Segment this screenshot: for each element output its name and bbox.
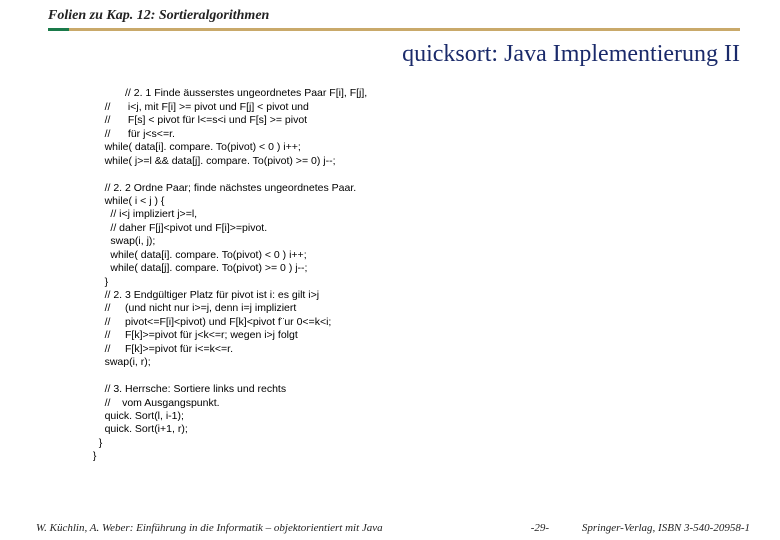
code-line: // 3. Herrsche: Sortiere links und recht… bbox=[90, 383, 286, 395]
code-line: while( i < j ) { bbox=[90, 195, 164, 207]
code-line: } bbox=[90, 276, 108, 288]
code-line: // F[s] < pivot für l<=s<i und F[s] >= p… bbox=[90, 114, 307, 126]
code-line: // pivot<=F[i]<pivot) und F[k]<pivot f¨u… bbox=[90, 316, 331, 328]
code-line: swap(i, r); bbox=[90, 356, 151, 368]
code-line: // (und nicht nur i>=j, denn i=j implizi… bbox=[90, 302, 296, 314]
code-line: // 2. 1 Finde äusserstes ungeordnetes Pa… bbox=[90, 87, 367, 99]
code-line: // für j<s<=r. bbox=[90, 128, 175, 140]
code-line: // 2. 3 Endgültiger Platz für pivot ist … bbox=[90, 289, 319, 301]
code-line: } bbox=[90, 450, 96, 462]
code-line: quick. Sort(i+1, r); bbox=[90, 423, 188, 435]
code-line: // F[k]>=pivot für j<k<=r; wegen i>j fol… bbox=[90, 329, 298, 341]
code-line: swap(i, j); bbox=[90, 235, 155, 247]
code-line: while( data[i]. compare. To(pivot) < 0 )… bbox=[90, 249, 307, 261]
code-block: // 2. 1 Finde äusserstes ungeordnetes Pa… bbox=[0, 74, 780, 464]
code-line: quick. Sort(l, i-1); bbox=[90, 410, 184, 422]
code-line: while( data[i]. compare. To(pivot) < 0 )… bbox=[90, 141, 301, 153]
code-line: // vom Ausgangspunkt. bbox=[90, 397, 220, 409]
slide-header: Folien zu Kap. 12: Sortieralgorithmen bbox=[0, 0, 780, 28]
code-line: // daher F[j]<pivot und F[i]>=pivot. bbox=[90, 222, 267, 234]
footer-page-number: -29- bbox=[510, 522, 570, 534]
slide-footer: W. Küchlin, A. Weber: Einführung in die … bbox=[0, 522, 780, 534]
code-line: // i<j impliziert j>=l, bbox=[90, 208, 197, 220]
code-line: // i<j, mit F[i] >= pivot und F[j] < piv… bbox=[90, 101, 309, 113]
footer-authors: W. Küchlin, A. Weber: Einführung in die … bbox=[36, 522, 510, 534]
code-line: // F[k]>=pivot für i<=k<=r. bbox=[90, 343, 233, 355]
footer-publisher: Springer-Verlag, ISBN 3-540-20958-1 bbox=[570, 522, 750, 534]
slide-title: quicksort: Java Implementierung II bbox=[0, 31, 780, 74]
code-line: // 2. 2 Ordne Paar; finde nächstes ungeo… bbox=[90, 182, 356, 194]
code-line: while( j>=l && data[j]. compare. To(pivo… bbox=[90, 155, 336, 167]
code-line: while( data[j]. compare. To(pivot) >= 0 … bbox=[90, 262, 307, 274]
code-line: } bbox=[90, 437, 102, 449]
